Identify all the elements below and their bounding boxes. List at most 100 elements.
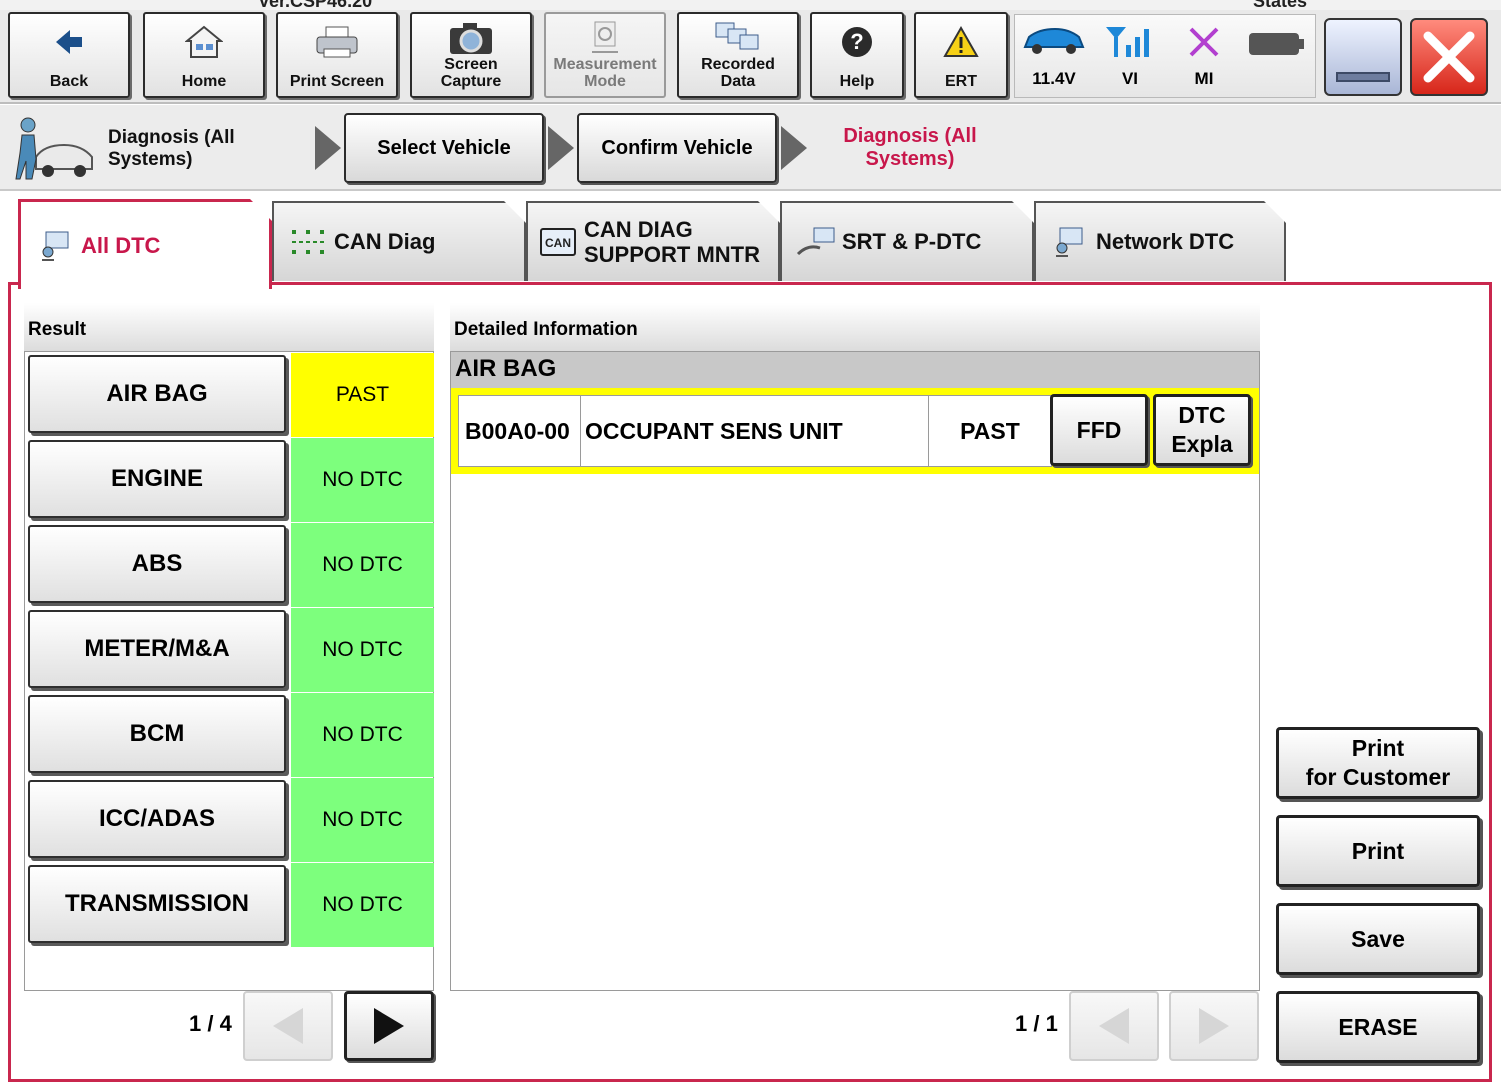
recorded-data-button[interactable]: Recorded Data [677, 12, 799, 98]
car-icon [1023, 27, 1085, 54]
svg-text:CAN: CAN [545, 236, 571, 250]
system-status-engine: NO DTC [291, 438, 434, 522]
toolbar: Back Home Print Screen Screen Capture Me… [0, 10, 1501, 104]
result-page-indicator: 1 / 4 [189, 1011, 232, 1036]
right-arrow-icon [374, 1008, 404, 1044]
tab-all-dtc[interactable]: All DTC [18, 199, 272, 289]
all-dtc-icon [35, 228, 75, 264]
screen-capture-button[interactable]: Screen Capture [410, 12, 532, 98]
voltage-label: 11.4V [1032, 69, 1076, 88]
system-button-transmission[interactable]: TRANSMISSION [28, 865, 286, 943]
dtc-explanation-button[interactable]: DTC Expla [1153, 394, 1251, 466]
detail-panel: AIR BAG B00A0-00 OCCUPANT SENS UNIT PAST… [450, 351, 1260, 991]
breadcrumb-current: Diagnosis (All Systems) [843, 125, 977, 170]
breadcrumb-root-label: Diagnosis (All Systems) [108, 127, 235, 170]
warning-icon [916, 22, 1006, 62]
result-list: AIR BAG PAST ENGINE NO DTC ABS NO DTC ME… [24, 351, 434, 991]
system-button-bcm[interactable]: BCM [28, 695, 286, 773]
dtc-code: B00A0-00 [459, 396, 581, 466]
system-button-engine[interactable]: ENGINE [28, 440, 286, 518]
tab-network-dtc[interactable]: Network DTC [1034, 201, 1286, 281]
svg-text:?: ? [850, 29, 863, 54]
minimize-button[interactable] [1324, 18, 1402, 96]
select-vehicle-button[interactable]: Select Vehicle [344, 113, 544, 183]
tab-can-diag-support-mntr[interactable]: CAN CAN DIAG SUPPORT MNTR [526, 201, 780, 281]
save-button[interactable]: Save [1276, 903, 1480, 975]
breadcrumb-arrow-icon [548, 126, 574, 170]
tab-can-diag-support-mntr-label: CAN DIAG SUPPORT MNTR [584, 217, 760, 267]
detail-next-page-button[interactable] [1169, 991, 1259, 1061]
tab-can-diag[interactable]: CAN Diag [272, 201, 526, 281]
measurement-icon [546, 18, 664, 58]
system-button-abs[interactable]: ABS [28, 525, 286, 603]
system-button-meter[interactable]: METER/M&A [28, 610, 286, 688]
close-icon [1423, 31, 1475, 83]
result-next-page-button[interactable] [344, 991, 434, 1061]
dtc-row[interactable]: B00A0-00 OCCUPANT SENS UNIT PAST FFD DTC… [451, 388, 1259, 474]
confirm-vehicle-button[interactable]: Confirm Vehicle [577, 113, 777, 183]
measurement-mode-label: Measurement Mode [553, 56, 657, 90]
recorded-data-label: Recorded Data [701, 56, 775, 90]
system-button-air-bag[interactable]: AIR BAG [28, 355, 286, 433]
tab-srt-p-dtc[interactable]: SRT & P-DTC [780, 201, 1034, 281]
signal-icon [1106, 27, 1149, 57]
result-header: Result [24, 303, 434, 351]
detail-page-indicator: 1 / 1 [1015, 1011, 1058, 1036]
camera-icon [412, 18, 530, 58]
vi-indicator: VI [1095, 19, 1165, 95]
print-screen-button[interactable]: Print Screen [276, 12, 398, 98]
can-monitor-icon: CAN [538, 224, 578, 260]
detail-system-title: AIR BAG [451, 352, 1259, 388]
tab-can-diag-label: CAN Diag [334, 229, 436, 254]
battery-icon [1249, 33, 1304, 55]
system-button-icc-adas[interactable]: ICC/ADAS [28, 780, 286, 858]
printer-icon [278, 22, 396, 62]
status-panel: 11.4V VI MI [1014, 14, 1316, 98]
help-icon: ? [812, 22, 902, 62]
battery-voltage-indicator: 11.4V [1019, 19, 1089, 95]
system-status-abs: NO DTC [291, 523, 434, 607]
tab-srt-p-dtc-label: SRT & P-DTC [842, 229, 982, 254]
technician-car-icon [15, 117, 93, 180]
system-status-meter: NO DTC [291, 608, 434, 692]
network-dtc-icon [1050, 224, 1090, 260]
home-icon [145, 22, 263, 62]
vi-label: VI [1121, 69, 1139, 88]
mi-label: MI [1194, 69, 1214, 88]
ffd-button[interactable]: FFD [1050, 394, 1148, 466]
right-arrow-icon [1199, 1008, 1229, 1044]
srt-dtc-icon [796, 224, 836, 260]
system-status-transmission: NO DTC [291, 863, 434, 947]
dtc-row-cells: B00A0-00 OCCUPANT SENS UNIT PAST [458, 395, 1052, 467]
ert-label: ERT [945, 73, 977, 90]
result-prev-page-button[interactable] [243, 991, 333, 1061]
dtc-description: OCCUPANT SENS UNIT [581, 396, 929, 466]
back-button[interactable]: Back [8, 12, 130, 98]
system-status-bcm: NO DTC [291, 693, 434, 777]
screen-capture-label: Screen Capture [440, 56, 502, 90]
breadcrumb: Diagnosis (All Systems) Select Vehicle C… [0, 105, 1501, 191]
breadcrumb-arrow-icon [781, 126, 807, 170]
home-button[interactable]: Home [143, 12, 265, 98]
detail-header: Detailed Information [450, 303, 1260, 351]
left-arrow-icon [273, 1008, 303, 1044]
tab-bar: All DTC CAN Diag CAN CAN DIAG SUPPORT MN… [0, 193, 1501, 285]
breadcrumb-arrow-icon [315, 126, 341, 170]
system-status-icc-adas: NO DTC [291, 778, 434, 862]
back-label: Back [49, 73, 89, 90]
close-button[interactable] [1410, 18, 1488, 96]
tab-all-dtc-label: All DTC [81, 232, 161, 258]
tab-network-dtc-label: Network DTC [1096, 229, 1235, 254]
help-label: Help [839, 73, 875, 90]
battery-indicator [1241, 19, 1311, 95]
disconnected-x-icon [1189, 27, 1219, 57]
print-button[interactable]: Print [1276, 815, 1480, 887]
ert-button[interactable]: ERT [914, 12, 1008, 98]
print-for-customer-button[interactable]: Print for Customer [1276, 727, 1480, 799]
dtc-status: PAST [960, 417, 1020, 444]
measurement-mode-button[interactable]: Measurement Mode [544, 12, 666, 98]
erase-button[interactable]: ERASE [1276, 991, 1480, 1063]
detail-prev-page-button[interactable] [1069, 991, 1159, 1061]
home-label: Home [181, 73, 227, 90]
help-button[interactable]: ? Help [810, 12, 904, 98]
